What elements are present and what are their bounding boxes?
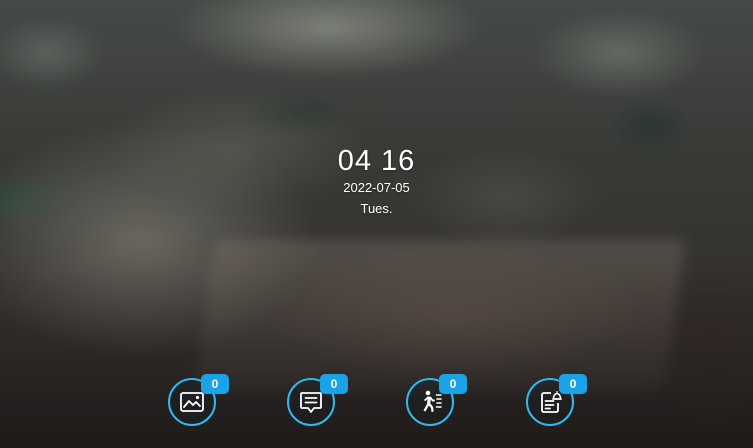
clock-time: 04 16 [337,145,416,177]
alarm-count-badge: 0 [559,374,587,394]
messages-count-badge: 0 [320,374,348,394]
messages-button[interactable]: 0 [287,374,348,426]
motion-button[interactable]: 0 [406,374,467,426]
home-screen: 04 16 2022-07-05 Tues. 0 0 0 0 [0,0,753,448]
motion-count-badge: 0 [439,374,467,394]
clock-weekday: Tues. [360,201,393,216]
clock-date: 2022-07-05 [343,180,410,195]
photos-count-badge: 0 [201,374,229,394]
alarm-records-button[interactable]: 0 [526,374,587,426]
wallpaper-overlay [0,0,753,448]
photos-button[interactable]: 0 [168,374,229,426]
